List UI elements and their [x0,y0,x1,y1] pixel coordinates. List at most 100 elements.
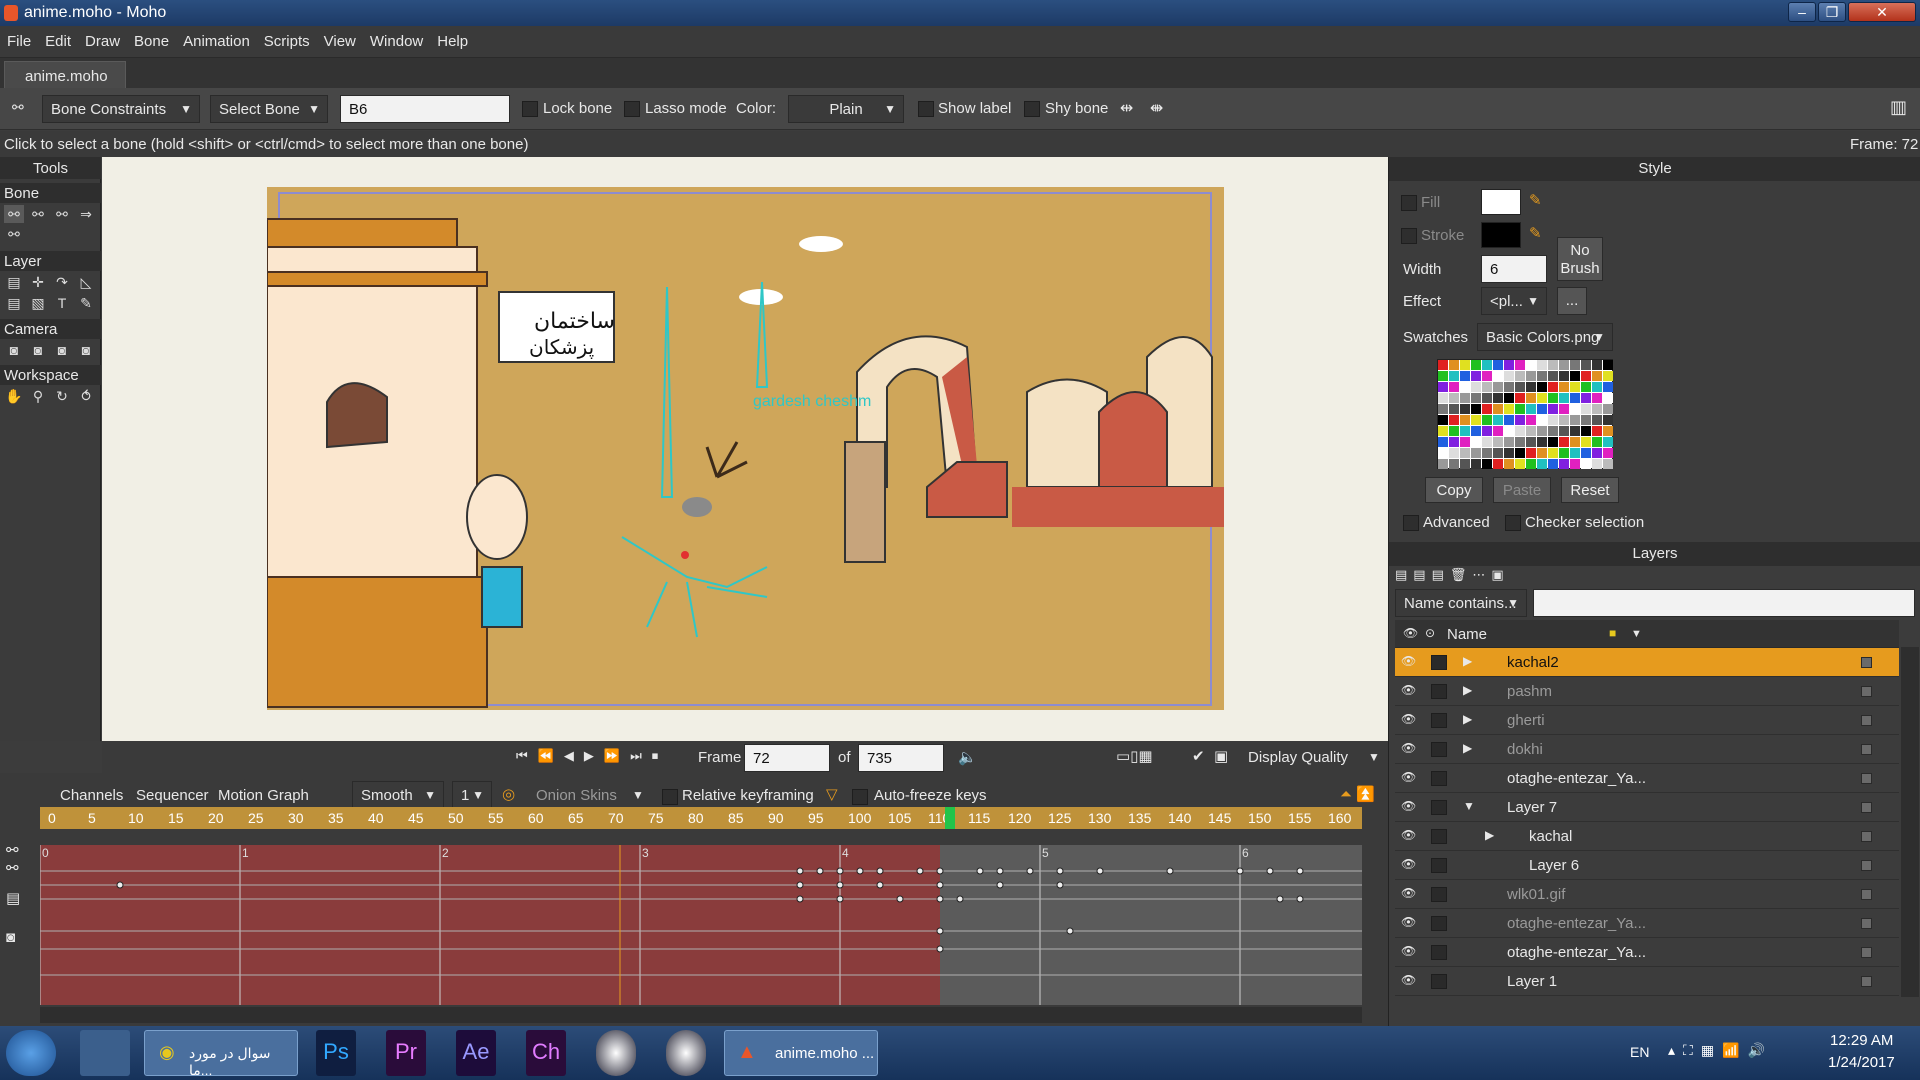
stroke-color-swatch[interactable] [1481,222,1521,248]
color-swatch[interactable] [1548,437,1558,447]
color-swatch[interactable] [1570,404,1580,414]
color-swatch[interactable] [1460,448,1470,458]
reset-style-button[interactable]: Reset [1561,477,1619,503]
tab-motion-graph[interactable]: Motion Graph [218,787,309,804]
layer-action-icons[interactable]: ▤▤▤🗑⋯▣ [1395,567,1510,583]
color-swatch[interactable] [1559,448,1569,458]
bone-label[interactable]: gardesh cheshm [753,393,871,411]
layer-row[interactable]: 👁 otaghe-entezar_Ya... [1395,764,1899,793]
color-swatch[interactable] [1559,404,1569,414]
layer-row[interactable]: 👁 ▶ pashm [1395,677,1899,706]
keyframe[interactable] [1056,881,1064,889]
language-indicator[interactable]: EN [1630,1044,1649,1060]
color-swatch[interactable] [1592,426,1602,436]
fill-eyedropper-icon[interactable]: ✎ [1529,191,1542,209]
keyframe[interactable] [836,881,844,889]
layer-color-square[interactable] [1861,686,1872,697]
width-input[interactable]: 6 [1481,255,1547,283]
color-swatch[interactable] [1515,393,1525,403]
color-swatch[interactable] [1592,393,1602,403]
eyedropper-icon[interactable]: ✎ [76,294,96,312]
color-swatch[interactable] [1438,426,1448,436]
auto-freeze-checkbox[interactable] [852,789,868,805]
tab-sequencer[interactable]: Sequencer [136,787,209,804]
color-swatch[interactable] [1471,371,1481,381]
color-swatch[interactable] [1449,404,1459,414]
color-swatch[interactable] [1570,415,1580,425]
color-swatch[interactable] [1603,371,1613,381]
keyframe[interactable] [1066,927,1074,935]
color-swatch[interactable] [1482,371,1492,381]
color-swatch[interactable] [1438,437,1448,447]
chevron-down-icon[interactable]: ▼ [1631,628,1642,640]
show-label-checkbox[interactable] [918,101,934,117]
layer-lock-box[interactable] [1431,887,1447,902]
color-swatch[interactable] [1570,371,1580,381]
color-swatch[interactable] [1581,459,1591,469]
layer-color-square[interactable] [1861,831,1872,842]
layer-color-square[interactable] [1861,860,1872,871]
name-filter-input[interactable] [1533,589,1915,617]
expand-right-icon[interactable]: ▶ [1463,654,1472,668]
color-swatch[interactable] [1471,437,1481,447]
color-swatch[interactable] [1537,426,1547,436]
visibility-icon[interactable]: 👁 [1401,741,1419,755]
tab-anime-moho[interactable]: anime.moho [4,61,126,88]
color-swatch[interactable] [1581,448,1591,458]
keyframe[interactable] [836,867,844,875]
color-swatch[interactable] [1438,382,1448,392]
color-swatch[interactable] [1493,437,1503,447]
color-swatch[interactable] [1548,382,1558,392]
menu-file[interactable]: File [0,26,38,50]
color-swatch[interactable] [1537,360,1547,370]
zoom-camera-icon[interactable]: ◙ [28,341,48,359]
menu-help[interactable]: Help [430,26,475,50]
color-swatch[interactable] [1460,426,1470,436]
color-swatch[interactable] [1438,371,1448,381]
color-swatch[interactable] [1504,404,1514,414]
color-swatch[interactable] [1449,393,1459,403]
layer-color-square[interactable] [1861,802,1872,813]
color-swatch[interactable] [1504,371,1514,381]
color-swatch[interactable] [1515,448,1525,458]
layer-row[interactable]: 👁 wlk01.gif [1395,880,1899,909]
stroke-checkbox[interactable] [1401,228,1417,244]
keyframe[interactable] [1026,867,1034,875]
color-swatch[interactable] [1438,459,1448,469]
menu-draw[interactable]: Draw [78,26,127,50]
layer-lock-box[interactable] [1431,771,1447,786]
keyframe[interactable] [796,895,804,903]
layer-lock-box[interactable] [1431,742,1447,757]
effect-dropdown[interactable]: <pl... ▼ [1481,287,1547,315]
bone-strength-icon[interactable]: ⚯ [4,225,24,243]
total-frames-input[interactable]: 735 [858,744,944,772]
layer-row[interactable]: 👁 otaghe-entezar_Ya... [1395,938,1899,967]
color-swatch[interactable] [1581,371,1591,381]
color-swatch[interactable] [1592,448,1602,458]
layer-lock-box[interactable] [1431,858,1447,873]
color-swatch[interactable] [1449,459,1459,469]
visibility-icon[interactable]: 👁 [1401,886,1419,900]
color-swatch[interactable] [1592,382,1602,392]
bone-flip-v-icon[interactable]: ⇼ [1150,98,1163,118]
color-swatch[interactable] [1482,459,1492,469]
color-swatch[interactable] [1449,371,1459,381]
color-swatch[interactable] [1603,459,1613,469]
color-swatch[interactable] [1460,415,1470,425]
layer-lock-box[interactable] [1431,945,1447,960]
color-swatch[interactable] [1504,360,1514,370]
color-swatch[interactable] [1471,459,1481,469]
visibility-icon[interactable]: 👁 [1401,770,1419,784]
color-swatch[interactable] [1581,404,1591,414]
no-brush-button[interactable]: No Brush [1557,237,1603,281]
keyframe[interactable] [1296,895,1304,903]
color-swatch[interactable] [1504,382,1514,392]
keyframe[interactable] [796,867,804,875]
start-button[interactable] [6,1030,56,1076]
color-swatch[interactable] [1548,371,1558,381]
color-swatch[interactable] [1526,393,1536,403]
bone-name-input[interactable]: B6 [340,95,510,123]
name-filter-dropdown[interactable]: Name contains... ▼ [1395,589,1527,617]
color-swatch[interactable] [1548,459,1558,469]
keyframe[interactable] [936,927,944,935]
